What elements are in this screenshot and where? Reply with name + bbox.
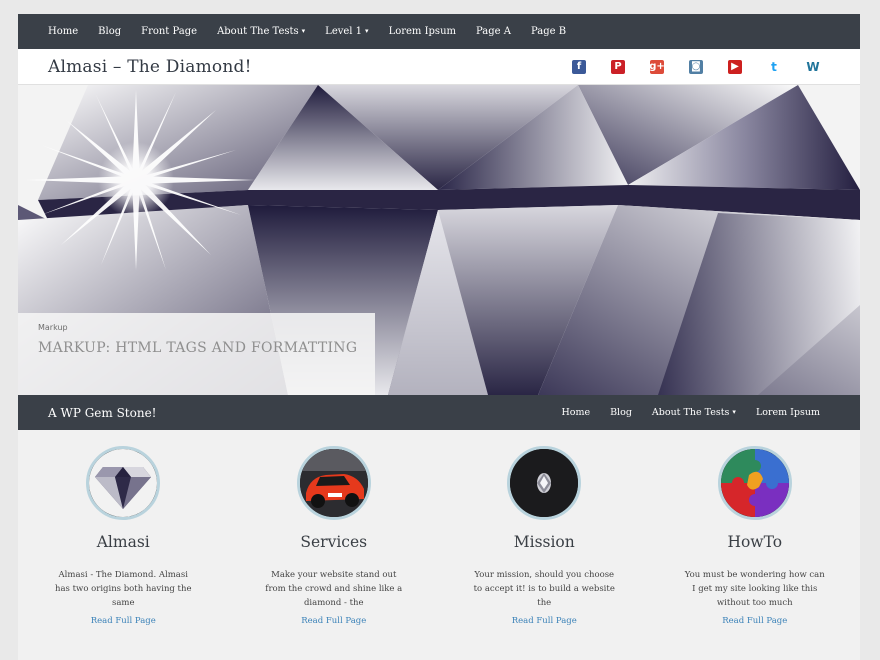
gem-thumbnail-image — [510, 449, 579, 517]
read-full-page-link[interactable]: Read Full Page — [91, 616, 156, 626]
secnav-lorem-ipsum[interactable]: Lorem Ipsum — [756, 407, 820, 418]
read-full-page-link[interactable]: Read Full Page — [301, 616, 366, 626]
topnav-home[interactable]: Home — [48, 26, 78, 37]
twitter-icon[interactable]: t — [767, 60, 781, 74]
page-frame: Home Blog Front Page About The Tests ▾ Le… — [18, 14, 860, 660]
topnav-page-b[interactable]: Page B — [531, 26, 566, 37]
wordpress-icon[interactable]: W — [806, 60, 820, 74]
car-thumbnail-image — [299, 449, 368, 517]
hero-post-title[interactable]: MARKUP: HTML TAGS AND FORMATTING — [38, 340, 375, 356]
feature-title: Services — [300, 533, 368, 551]
site-tagline: A WP Gem Stone! — [48, 405, 157, 420]
secondary-navigation: A WP Gem Stone! Home Blog About The Test… — [18, 395, 860, 430]
secnav-blog[interactable]: Blog — [610, 407, 632, 418]
feature-howto: HowTo You must be wondering how can I ge… — [650, 446, 861, 626]
top-navigation: Home Blog Front Page About The Tests ▾ Le… — [18, 14, 860, 49]
feature-mission: Mission Your mission, should you choose … — [439, 446, 650, 626]
feature-title: HowTo — [727, 533, 783, 551]
caret-down-icon: ▾ — [365, 27, 369, 35]
hero-category-link[interactable]: Markup — [38, 323, 375, 332]
facebook-icon[interactable]: f — [572, 59, 586, 74]
topnav-front-page[interactable]: Front Page — [141, 26, 197, 37]
caret-down-icon: ▾ — [732, 408, 736, 416]
diamond-thumbnail-image — [89, 449, 158, 517]
feature-services: Services Make your website stand out fro… — [229, 446, 440, 626]
topnav-about-the-tests[interactable]: About The Tests ▾ — [217, 26, 305, 37]
secondary-menu: Home Blog About The Tests ▾ Lorem Ipsum — [541, 407, 820, 418]
hero-banner: Markup MARKUP: HTML TAGS AND FORMATTING — [18, 85, 860, 395]
topnav-level-1[interactable]: Level 1 ▾ — [325, 26, 368, 37]
topnav-page-a[interactable]: Page A — [476, 26, 511, 37]
feature-thumbnail[interactable] — [296, 446, 371, 520]
youtube-icon[interactable]: ▶ — [728, 59, 742, 74]
feature-thumbnail[interactable] — [507, 446, 582, 520]
site-header: Almasi – The Diamond! f Pg+ ◙ ▶ t W — [18, 49, 860, 85]
hero-caption: Markup MARKUP: HTML TAGS AND FORMATTING — [18, 313, 375, 395]
feature-excerpt: Make your website stand out from the cro… — [265, 570, 403, 608]
feature-title: Mission — [513, 533, 575, 551]
feature-almasi: Almasi Almasi - The Diamond. Almasi has … — [18, 446, 229, 626]
topnav-lorem-ipsum[interactable]: Lorem Ipsum — [389, 26, 456, 37]
feature-excerpt: Your mission, should you choose to accep… — [473, 570, 615, 608]
instagram-icon[interactable]: ◙ — [689, 59, 703, 74]
feature-thumbnail[interactable] — [717, 446, 792, 520]
secnav-about-the-tests[interactable]: About The Tests ▾ — [652, 407, 736, 418]
feature-thumbnail[interactable] — [86, 446, 161, 520]
puzzle-thumbnail-image — [720, 449, 789, 517]
feature-title: Almasi — [96, 533, 150, 551]
feature-excerpt: You must be wondering how can I get my s… — [684, 570, 825, 608]
feature-excerpt: Almasi - The Diamond. Almasi has two ori… — [55, 570, 192, 608]
google-plus-icon[interactable]: g+ — [649, 59, 665, 74]
secnav-home[interactable]: Home — [561, 407, 590, 418]
topnav-blog[interactable]: Blog — [98, 26, 121, 37]
feature-columns: Almasi Almasi - The Diamond. Almasi has … — [18, 430, 860, 626]
caret-down-icon: ▾ — [301, 27, 306, 35]
site-title[interactable]: Almasi – The Diamond! — [48, 57, 252, 77]
read-full-page-link[interactable]: Read Full Page — [722, 616, 787, 626]
pinterest-icon[interactable]: P — [611, 59, 625, 74]
read-full-page-link[interactable]: Read Full Page — [512, 616, 577, 626]
social-links: f Pg+ ◙ ▶ t W — [547, 59, 820, 74]
